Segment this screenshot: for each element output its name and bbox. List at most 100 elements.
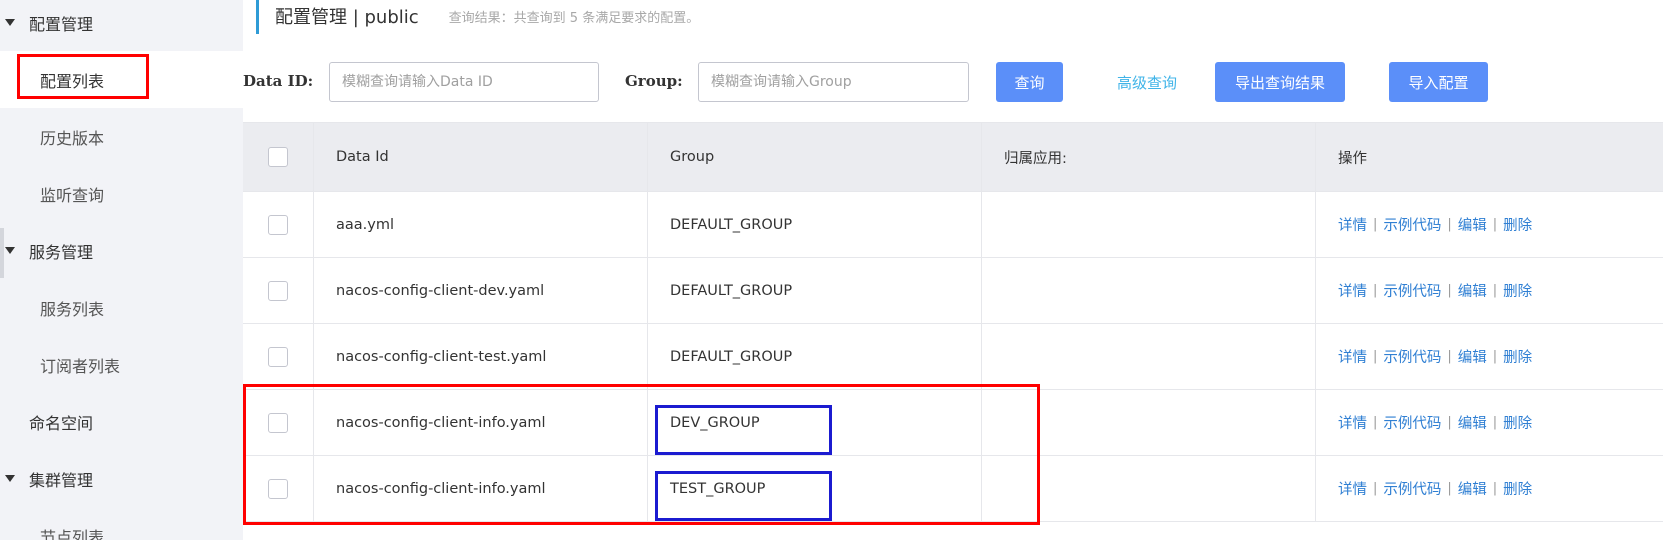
sidebar-group-config-management[interactable]: 配置管理 (0, 0, 243, 51)
sidebar-group-cluster-management[interactable]: 集群管理 (0, 450, 243, 507)
group-cell: DEV_GROUP (647, 390, 981, 455)
edit-link[interactable]: 编辑 (1458, 346, 1487, 367)
caret-down-icon (5, 475, 15, 482)
sidebar-item-label: 节点列表 (40, 527, 105, 540)
table-header-row: Data Id Group 归属应用: 操作 (243, 123, 1663, 192)
query-result-summary: 查询结果：共查询到 5 条满足要求的配置。 (448, 11, 700, 26)
app-cell (981, 192, 1315, 257)
detail-link[interactable]: 详情 (1338, 280, 1367, 301)
action-separator: | (1492, 283, 1498, 298)
sidebar-item-label: 历史版本 (40, 128, 105, 148)
caret-down-icon (5, 19, 15, 26)
group-cell: DEFAULT_GROUP (647, 192, 981, 257)
detail-link[interactable]: 详情 (1338, 478, 1367, 499)
group-label: Group: (625, 72, 683, 90)
data-id-cell: nacos-config-client-info.yaml (313, 390, 647, 455)
sample-code-link[interactable]: 示例代码 (1383, 478, 1441, 499)
action-separator: | (1373, 217, 1378, 232)
main-content: 配置管理 | public 查询结果：共查询到 5 条满足要求的配置。 Data… (243, 0, 1663, 540)
action-separator: | (1447, 481, 1452, 496)
delete-link[interactable]: 删除 (1503, 346, 1532, 367)
sample-code-link[interactable]: 示例代码 (1383, 214, 1441, 235)
detail-link[interactable]: 详情 (1338, 412, 1367, 433)
delete-link[interactable]: 删除 (1503, 214, 1532, 235)
delete-link[interactable]: 删除 (1503, 280, 1532, 301)
table-row: aaa.yml DEFAULT_GROUP 详情 | 示例代码 | 编辑 | 删除 (243, 192, 1663, 258)
data-id-cell: aaa.yml (313, 192, 647, 257)
data-id-cell: nacos-config-client-info.yaml (313, 456, 647, 521)
data-id-search-input[interactable] (329, 62, 599, 102)
group-cell: DEFAULT_GROUP (647, 258, 981, 323)
actions-cell: 详情 | 示例代码 | 编辑 | 删除 (1315, 456, 1663, 521)
app-cell (981, 390, 1315, 455)
sample-code-link[interactable]: 示例代码 (1383, 412, 1441, 433)
sidebar-item-label: 配置管理 (29, 14, 94, 34)
sidebar-item-subscriber-list[interactable]: 订阅者列表 (0, 336, 243, 393)
table-row: nacos-config-client-dev.yaml DEFAULT_GRO… (243, 258, 1663, 324)
edit-link[interactable]: 编辑 (1458, 412, 1487, 433)
table-row: nacos-config-client-info.yaml TEST_GROUP… (243, 456, 1663, 522)
page-title: 配置管理 | public (275, 7, 419, 28)
row-checkbox[interactable] (268, 280, 288, 301)
action-separator: | (1373, 415, 1378, 430)
action-separator: | (1492, 349, 1498, 364)
export-results-button[interactable]: 导出查询结果 (1215, 62, 1345, 102)
action-separator: | (1447, 349, 1452, 364)
detail-link[interactable]: 详情 (1338, 346, 1367, 367)
column-header-data-id: Data Id (313, 123, 647, 191)
sidebar-item-node-list[interactable]: 节点列表 (0, 507, 243, 540)
sidebar-item-label: 服务管理 (29, 242, 94, 262)
delete-link[interactable]: 删除 (1503, 478, 1532, 499)
data-id-cell: nacos-config-client-test.yaml (313, 324, 647, 389)
edit-link[interactable]: 编辑 (1458, 280, 1487, 301)
row-checkbox[interactable] (268, 412, 288, 433)
table-row: nacos-config-client-info.yaml DEV_GROUP … (243, 390, 1663, 456)
sidebar-item-listener-query[interactable]: 监听查询 (0, 165, 243, 222)
actions-cell: 详情 | 示例代码 | 编辑 | 删除 (1315, 192, 1663, 257)
sidebar-item-label: 命名空间 (29, 413, 94, 433)
query-button[interactable]: 查询 (996, 62, 1063, 102)
row-checkbox[interactable] (268, 478, 288, 499)
group-cell: TEST_GROUP (647, 456, 981, 521)
group-search-input[interactable] (698, 62, 969, 102)
action-separator: | (1373, 481, 1378, 496)
sidebar-item-label: 订阅者列表 (40, 356, 121, 376)
sidebar-item-label: 服务列表 (40, 299, 105, 319)
edit-link[interactable]: 编辑 (1458, 214, 1487, 235)
column-header-group: Group (647, 123, 981, 191)
table-row: nacos-config-client-test.yaml DEFAULT_GR… (243, 324, 1663, 390)
sidebar-item-service-list[interactable]: 服务列表 (0, 279, 243, 336)
row-checkbox[interactable] (268, 214, 288, 235)
import-config-button[interactable]: 导入配置 (1389, 62, 1488, 102)
sidebar-group-service-management[interactable]: 服务管理 (0, 222, 243, 279)
data-id-label: Data ID: (243, 72, 314, 90)
select-all-checkbox[interactable] (268, 147, 288, 167)
caret-down-icon (5, 247, 15, 254)
edit-link[interactable]: 编辑 (1458, 478, 1487, 499)
column-header-actions: 操作 (1315, 123, 1663, 191)
column-header-app: 归属应用: (981, 123, 1315, 191)
app-cell (981, 324, 1315, 389)
sidebar-item-history[interactable]: 历史版本 (0, 108, 243, 165)
sample-code-link[interactable]: 示例代码 (1383, 280, 1441, 301)
advanced-query-link[interactable]: 高级查询 (1117, 72, 1177, 93)
actions-cell: 详情 | 示例代码 | 编辑 | 删除 (1315, 324, 1663, 389)
app-cell (981, 258, 1315, 323)
action-separator: | (1492, 415, 1498, 430)
sample-code-link[interactable]: 示例代码 (1383, 346, 1441, 367)
data-id-cell: nacos-config-client-dev.yaml (313, 258, 647, 323)
action-separator: | (1447, 415, 1452, 430)
delete-link[interactable]: 删除 (1503, 412, 1532, 433)
action-separator: | (1373, 349, 1378, 364)
action-separator: | (1447, 283, 1452, 298)
action-separator: | (1492, 217, 1498, 232)
detail-link[interactable]: 详情 (1338, 214, 1367, 235)
config-table: Data Id Group 归属应用: 操作 aaa.yml DEFAULT_G… (243, 122, 1663, 522)
row-checkbox[interactable] (268, 346, 288, 367)
sidebar-item-namespace[interactable]: 命名空间 (0, 393, 243, 450)
action-separator: | (1492, 481, 1498, 496)
actions-cell: 详情 | 示例代码 | 编辑 | 删除 (1315, 258, 1663, 323)
highlight-box-config-list (17, 54, 149, 99)
app-cell (981, 456, 1315, 521)
group-cell: DEFAULT_GROUP (647, 324, 981, 389)
